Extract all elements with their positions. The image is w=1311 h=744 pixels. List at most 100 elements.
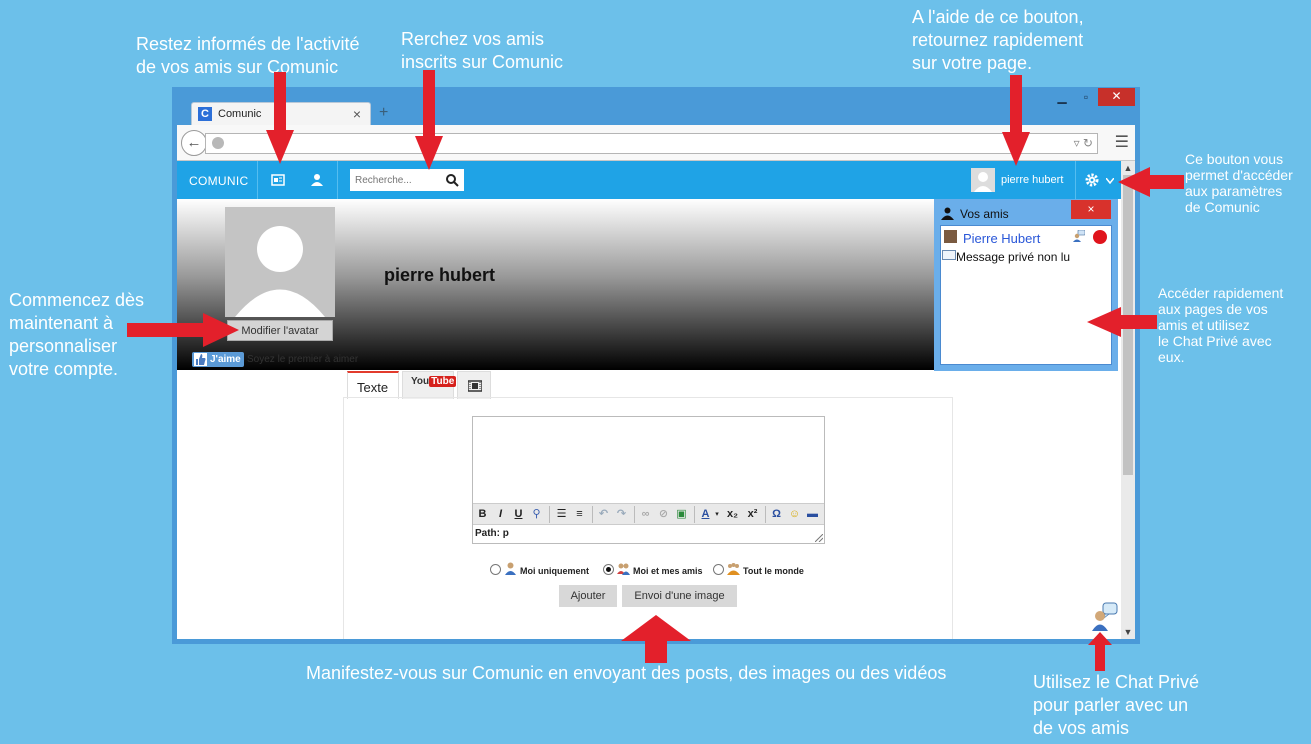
- film-icon: [468, 380, 482, 392]
- special-char-icon[interactable]: Ω: [769, 507, 784, 522]
- arrow-down-icon: [415, 70, 443, 170]
- unlink-icon[interactable]: ⊘: [656, 507, 671, 522]
- arrow-up-icon: [621, 615, 691, 663]
- avatar-placeholder-icon: [235, 226, 325, 317]
- visibility-options: Moi uniquement Moi et mes amis Tout le m…: [490, 562, 820, 578]
- like-label: J'aime: [210, 354, 241, 365]
- annotation-search: Rerchez vos amis inscrits sur Comunic: [401, 29, 564, 72]
- chevron-down-icon: [1106, 178, 1114, 184]
- annotation-chat: Utilisez le Chat Privé pour parler avec …: [1033, 672, 1200, 738]
- favicon-icon: C: [198, 107, 212, 121]
- subscript-icon[interactable]: x₂: [725, 507, 740, 522]
- edit-avatar-button[interactable]: Modifier l'avatar: [227, 320, 333, 341]
- site-navbar: COMUNIC Recherche... pierre hubert: [177, 161, 1121, 199]
- page-scrollbar[interactable]: ▲ ▼: [1121, 161, 1135, 639]
- newsfeed-icon[interactable]: [271, 173, 285, 187]
- image-icon[interactable]: ▣: [674, 507, 689, 522]
- italic-icon[interactable]: I: [493, 507, 508, 522]
- tab-video[interactable]: [457, 371, 491, 399]
- nav-divider: [257, 161, 258, 199]
- undo-icon[interactable]: ↶: [596, 507, 611, 522]
- arrow-right-icon: [127, 313, 239, 347]
- status-badge: [1093, 230, 1107, 244]
- add-post-button[interactable]: Ajouter: [559, 585, 617, 607]
- find-icon[interactable]: ⚲: [529, 507, 544, 522]
- resize-handle-icon[interactable]: [815, 534, 823, 542]
- friend-name[interactable]: Pierre Hubert: [963, 231, 1040, 246]
- visibility-radio-public[interactable]: [713, 564, 724, 575]
- browser-navbar: ← ▿ ↻ ☰: [177, 125, 1135, 161]
- scroll-down-icon[interactable]: ▼: [1121, 625, 1135, 639]
- nav-divider: [1075, 161, 1076, 199]
- search-box: [350, 169, 464, 191]
- friends-panel: Vos amis × Pierre Hubert Message privé n…: [934, 199, 1118, 371]
- chat-icon[interactable]: [1073, 230, 1085, 242]
- like-prompt: Soyez le premier à aimer: [247, 354, 359, 365]
- tab-strip: C Comunic × + ▁ ▫ ✕: [172, 87, 1140, 126]
- underline-icon[interactable]: U: [511, 507, 526, 522]
- toolbar-divider: [694, 506, 695, 523]
- url-bar[interactable]: ▿ ↻: [205, 133, 1098, 154]
- friends-list: Pierre Hubert Message privé non lu: [940, 225, 1112, 365]
- private-message-item[interactable]: Message privé non lu: [941, 248, 1111, 266]
- settings-menu[interactable]: [1082, 172, 1116, 190]
- private-chat-icon[interactable]: [1092, 601, 1118, 631]
- reload-icon[interactable]: ▿ ↻: [1074, 136, 1093, 150]
- text-color-icon[interactable]: A: [698, 507, 713, 522]
- friends-panel-close-icon[interactable]: ×: [1071, 200, 1111, 219]
- arrow-left-icon: [1118, 167, 1184, 197]
- horizontal-rule-icon[interactable]: ▬: [805, 507, 820, 522]
- bold-icon[interactable]: B: [475, 507, 490, 522]
- numbered-list-icon[interactable]: ≡: [572, 507, 587, 522]
- avatar-placeholder-icon: [974, 172, 992, 192]
- window-close-icon[interactable]: ✕: [1098, 88, 1135, 106]
- user-home-link[interactable]: pierre hubert: [971, 168, 1073, 192]
- tab-close-icon[interactable]: ×: [353, 106, 361, 122]
- back-icon[interactable]: ←: [181, 130, 207, 156]
- friend-avatar: [944, 230, 957, 243]
- link-icon[interactable]: ∞: [638, 507, 653, 522]
- minimize-icon[interactable]: ▁: [1052, 90, 1072, 104]
- tab-youtube[interactable]: You Tube: [402, 371, 457, 399]
- profile-name: pierre hubert: [384, 265, 496, 285]
- search-input[interactable]: [350, 169, 438, 191]
- emoticon-icon[interactable]: ☺: [787, 507, 802, 522]
- youtube-icon: You Tube: [411, 376, 457, 387]
- visibility-radio-friends[interactable]: [603, 564, 614, 575]
- friend-icon: [941, 207, 954, 220]
- tab-text-label: Texte: [357, 380, 389, 395]
- redo-icon[interactable]: ↷: [614, 507, 629, 522]
- toolbar-divider: [634, 506, 635, 523]
- user-avatar: [971, 168, 995, 192]
- friend-item[interactable]: Pierre Hubert: [941, 228, 1111, 248]
- superscript-icon[interactable]: x²: [745, 507, 760, 522]
- post-text-input[interactable]: [473, 417, 824, 502]
- user-icon: [505, 562, 516, 575]
- friends-icon[interactable]: [310, 173, 324, 187]
- profile-cover: Modifier l'avatar pierre hubert J'aime S…: [177, 199, 937, 370]
- users-icon: [617, 563, 630, 575]
- tab-text[interactable]: Texte: [347, 371, 399, 399]
- maximize-icon[interactable]: ▫: [1076, 90, 1096, 104]
- visibility-radio-private[interactable]: [490, 564, 501, 575]
- visibility-label-public: Tout le monde: [743, 566, 804, 576]
- bullet-list-icon[interactable]: ☰: [554, 507, 569, 522]
- editor-path: Path: p: [475, 528, 509, 539]
- arrow-up-icon: [1088, 632, 1112, 671]
- annotation-settings: Ce bouton vous permet d'accéder aux para…: [1185, 151, 1293, 215]
- arrow-left-icon: [1087, 307, 1157, 337]
- send-image-button[interactable]: Envoi d'une image: [622, 585, 737, 607]
- thumbs-up-icon: [194, 353, 207, 366]
- search-icon[interactable]: [445, 173, 459, 187]
- brand-link[interactable]: COMUNIC: [189, 174, 248, 188]
- friends-panel-title: Vos amis: [960, 207, 1009, 221]
- post-editor: B I U ⚲ ☰ ≡ ↶ ↷ ∞ ⊘ ▣ A ▾ x₂ x² Ω ☺ ▬ Pa…: [472, 416, 825, 544]
- arrow-down-icon: [1002, 75, 1030, 166]
- like-button[interactable]: J'aime: [192, 352, 244, 367]
- new-tab-icon[interactable]: +: [379, 104, 388, 122]
- menu-icon[interactable]: ☰: [1115, 132, 1129, 152]
- chevron-down-icon[interactable]: ▾: [713, 507, 721, 522]
- private-message-text: Message privé non lu: [956, 250, 1071, 264]
- annotation-activity: Restez informés de l'activité de vos ami…: [136, 34, 360, 77]
- nav-divider: [337, 161, 338, 199]
